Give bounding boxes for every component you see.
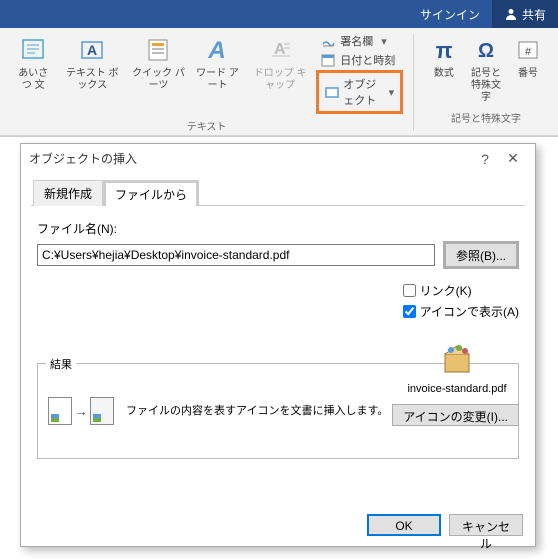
object-icon	[325, 84, 339, 100]
number-button[interactable]: # 番号	[508, 32, 548, 82]
ok-button[interactable]: OK	[367, 514, 441, 536]
svg-text:Ω: Ω	[478, 40, 494, 62]
greeting-icon	[17, 34, 49, 66]
svg-text:A: A	[87, 42, 97, 58]
cancel-button[interactable]: キャンセル	[449, 514, 523, 536]
share-button[interactable]: 共有	[492, 0, 558, 28]
calendar-icon	[320, 52, 336, 68]
person-icon	[504, 7, 518, 21]
equation-button[interactable]: π 数式	[424, 32, 464, 82]
link-checkbox[interactable]: リンク(K)	[403, 282, 519, 299]
symbol-button[interactable]: Ω 記号と 特殊文字	[466, 32, 506, 106]
dropdown-icon: ▾	[389, 86, 395, 99]
textbox-icon: A	[76, 34, 108, 66]
dropcap-icon: A	[264, 34, 296, 66]
greeting-button[interactable]: あいさつ 文	[10, 32, 56, 94]
tab-new[interactable]: 新規作成	[33, 180, 103, 206]
help-button[interactable]: ?	[471, 151, 499, 167]
icon-preview: invoice-standard.pdf	[397, 338, 517, 396]
textbox-button[interactable]: A テキスト ボックス	[58, 32, 126, 94]
close-button[interactable]: ✕	[499, 150, 527, 167]
object-button[interactable]: オブジェクト▾	[316, 70, 403, 114]
signin-button[interactable]: サインイン	[408, 0, 492, 28]
result-label: 結果	[46, 356, 76, 372]
package-icon	[437, 338, 477, 378]
number-icon: #	[512, 34, 544, 66]
wordart-icon: A	[201, 34, 233, 66]
dialog-title: オブジェクトの挿入	[29, 150, 137, 167]
browse-button[interactable]: 参照(B)...	[443, 241, 519, 269]
change-icon-button[interactable]: アイコンの変更(I)...	[392, 404, 519, 426]
dropdown-icon: ▾	[381, 35, 387, 48]
svg-text:π: π	[435, 38, 452, 63]
omega-icon: Ω	[470, 34, 502, 66]
signature-button[interactable]: 署名欄▾	[316, 32, 403, 50]
insert-object-dialog: オブジェクトの挿入 ? ✕ 新規作成 ファイルから ファイル名(N): 参照(B…	[20, 143, 536, 547]
dropcap-button[interactable]: A ドロップ キャップ	[246, 32, 314, 94]
wordart-button[interactable]: A ワード アート	[191, 32, 244, 94]
quickparts-icon	[143, 34, 175, 66]
quickparts-button[interactable]: クイック パーツ	[128, 32, 189, 94]
group-symbol-label: 記号と特殊文字	[451, 110, 521, 125]
tab-file[interactable]: ファイルから	[103, 180, 199, 206]
pi-icon: π	[428, 34, 460, 66]
filename-input[interactable]	[37, 244, 435, 266]
signature-icon	[320, 33, 336, 49]
datetime-button[interactable]: 日付と時刻	[316, 51, 403, 69]
filename-label: ファイル名(N):	[37, 220, 519, 237]
svg-text:A: A	[208, 37, 226, 64]
result-icons: →	[48, 397, 114, 425]
svg-text:#: #	[525, 46, 532, 58]
result-text: ファイルの内容を表すアイコンを文書に挿入します。	[126, 403, 388, 420]
show-as-icon-checkbox[interactable]: アイコンで表示(A)	[403, 303, 519, 320]
group-text-label: テキスト	[187, 118, 227, 133]
